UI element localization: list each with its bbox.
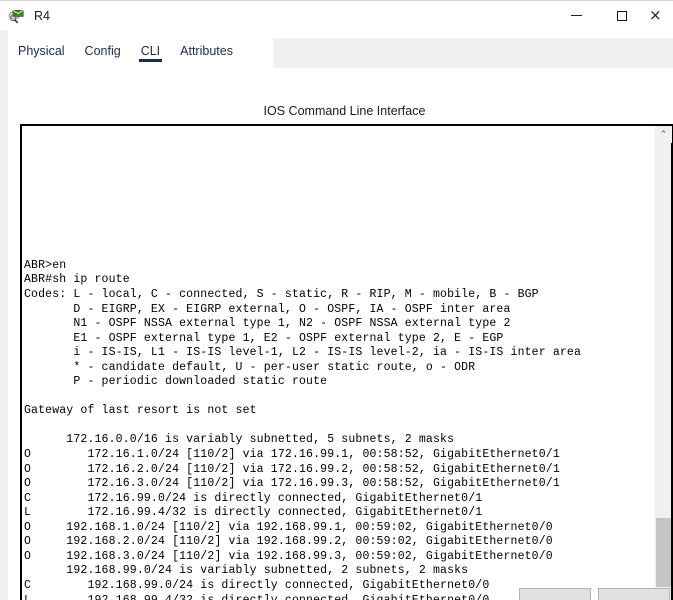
router-icon: [8, 7, 26, 25]
maximize-icon: [617, 10, 627, 21]
tab-cli[interactable]: CLI: [131, 38, 170, 68]
tab-physical[interactable]: Physical: [8, 38, 75, 68]
cli-scrollbar[interactable]: ⌃ ⌄: [654, 126, 672, 600]
left-margin-strip: [0, 60, 8, 600]
minimize-button[interactable]: [553, 0, 599, 31]
minimize-icon: [570, 15, 582, 16]
maximize-button[interactable]: [599, 0, 645, 31]
scroll-up-icon[interactable]: ⌃: [655, 126, 672, 143]
window-controls: ×: [553, 0, 673, 31]
panel-subtitle: IOS Command Line Interface: [263, 104, 426, 118]
title-bar: R4 ×: [0, 0, 673, 31]
packet-tracer-device-window: R4 × Physical Config CLI Attributes IOS …: [0, 0, 673, 600]
tab-strip: Physical Config CLI Attributes: [8, 38, 673, 68]
tab-active-indicator: [138, 59, 163, 62]
tab-cli-label: CLI: [140, 44, 161, 58]
tab-config[interactable]: Config: [75, 38, 131, 68]
close-icon: ×: [649, 6, 662, 24]
close-button[interactable]: ×: [645, 0, 673, 31]
tab-list: Physical Config CLI Attributes: [8, 38, 243, 68]
tab-physical-label: Physical: [18, 44, 65, 58]
tab-attributes-label: Attributes: [180, 44, 233, 58]
cli-output-area[interactable]: ABR>en ABR#sh ip route Codes: L - local,…: [22, 126, 654, 600]
window-content: Physical Config CLI Attributes IOS Comma…: [0, 30, 673, 600]
paste-button[interactable]: [598, 588, 670, 600]
window-title: R4: [34, 8, 50, 23]
cli-output-text: ABR>en ABR#sh ip route Codes: L - local,…: [24, 258, 582, 600]
cli-terminal[interactable]: ABR>en ABR#sh ip route Codes: L - local,…: [20, 124, 673, 600]
tab-config-label: Config: [84, 44, 121, 58]
copy-button[interactable]: [519, 588, 591, 600]
title-bar-left: R4: [0, 1, 553, 30]
scrollbar-thumb[interactable]: [656, 518, 671, 587]
tab-attributes[interactable]: Attributes: [170, 38, 243, 68]
